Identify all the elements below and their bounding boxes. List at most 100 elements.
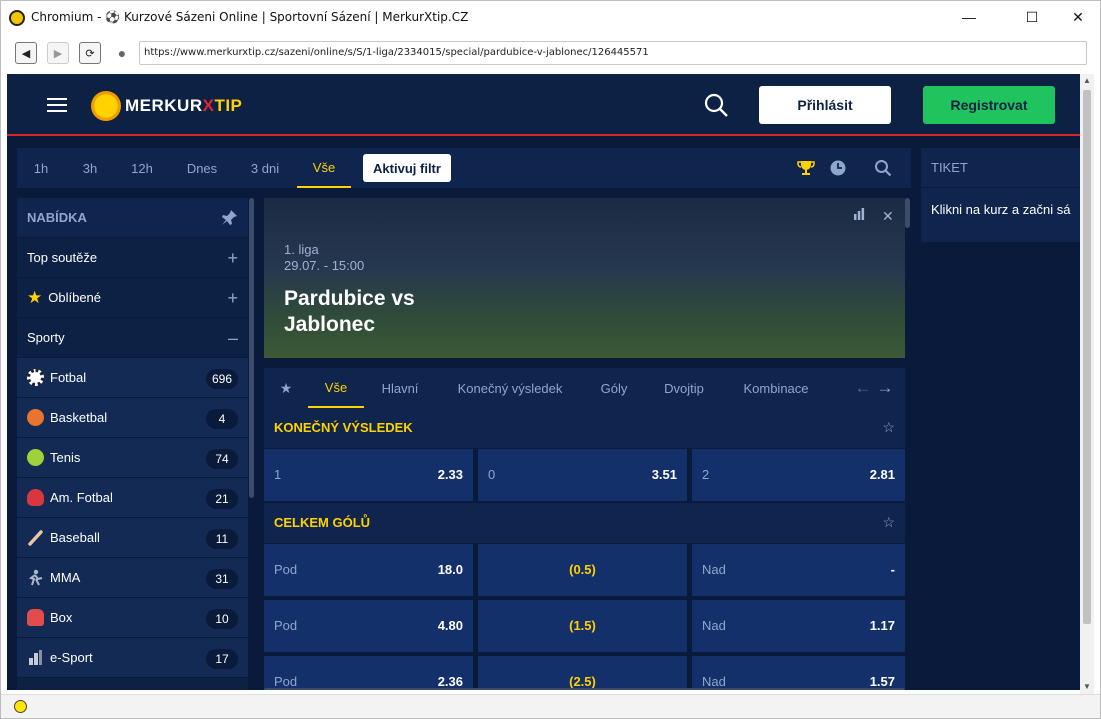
maximize-icon[interactable]: ☐: [1009, 1, 1055, 33]
odd-label: Pod: [274, 674, 298, 689]
odd-label: Pod: [274, 618, 298, 633]
sidebar-item-basketbal[interactable]: Basketbal 4: [17, 398, 248, 438]
odd-button-under[interactable]: Pod 4.80: [264, 600, 473, 652]
sidebar-item-label: Sporty: [27, 330, 65, 345]
tab-goly[interactable]: Góly: [594, 368, 634, 408]
basketball-icon: [27, 409, 44, 426]
filter-tab-vse[interactable]: Vše: [297, 148, 351, 188]
sidebar-item-esport[interactable]: e-Sport 17: [17, 638, 248, 678]
close-icon[interactable]: ✕: [1055, 1, 1100, 33]
register-button[interactable]: Registrovat: [923, 86, 1055, 124]
sidebar-item-am-fotbal[interactable]: Am. Fotbal 21: [17, 478, 248, 518]
odd-button-under[interactable]: Pod 2.36: [264, 656, 473, 690]
expand-plus-icon[interactable]: +: [227, 249, 238, 267]
sport-count-badge: 696: [205, 369, 238, 389]
clock-icon[interactable]: [829, 159, 847, 177]
close-banner-icon[interactable]: ✕: [882, 208, 894, 225]
market-title: CELKEM GÓLŮ: [274, 515, 371, 530]
star-outline-icon[interactable]: ☆: [882, 419, 895, 436]
scroll-up-icon[interactable]: ▲: [1080, 74, 1094, 88]
sport-count-badge: 11: [206, 529, 238, 549]
odd-label: 1: [274, 467, 282, 482]
market-total-goals[interactable]: CELKEM GÓLŮ ☆: [264, 503, 905, 543]
odd-button-over[interactable]: Nad 1.17: [692, 600, 905, 652]
market-tabs: ★ Vše Hlavní Konečný výsledek Góly Dvojt…: [264, 368, 905, 408]
reload-icon[interactable]: ⟳: [79, 42, 101, 64]
odd-label: 2: [702, 467, 710, 482]
sidebar-item-label: Top soutěže: [27, 250, 98, 265]
stats-icon[interactable]: [853, 208, 865, 220]
tab-dvojtip[interactable]: Dvojtip: [658, 368, 710, 408]
odd-button-home[interactable]: 1 2.33: [264, 449, 473, 501]
odd-button-draw[interactable]: 0 3.51: [478, 449, 687, 501]
star-outline-icon[interactable]: ☆: [882, 514, 895, 531]
odd-value: 4.80: [437, 618, 463, 633]
odd-button-over[interactable]: Nad -: [692, 544, 905, 596]
filter-tab-1h[interactable]: 1h: [29, 148, 53, 188]
odd-button-away[interactable]: 2 2.81: [692, 449, 905, 501]
scrollbar-thumb[interactable]: [1083, 90, 1091, 624]
tab-hlavni[interactable]: Hlavní: [376, 368, 424, 408]
sidebar-item-mma[interactable]: MMA 31: [17, 558, 248, 598]
sidebar-item-box[interactable]: Box 10: [17, 598, 248, 638]
favorite-markets-star-icon[interactable]: ★: [274, 368, 298, 408]
time-filter-bar: 1h 3h 12h Dnes 3 dni Vše Aktivuj filtr: [17, 148, 911, 188]
site-header: MERKURXTIP Přihlásit Registrovat: [7, 74, 1080, 136]
collapse-minus-icon[interactable]: –: [228, 329, 238, 347]
minimize-icon[interactable]: —: [946, 1, 992, 33]
back-icon[interactable]: ◀: [15, 42, 37, 64]
sun-logo-icon: [91, 91, 121, 121]
odd-value: 1.57: [869, 674, 895, 689]
goal-line: (1.5): [478, 600, 687, 652]
menu-icon[interactable]: [47, 98, 67, 112]
sidebar-item-baseball[interactable]: Baseball 11: [17, 518, 248, 558]
arrow-right-icon[interactable]: →: [876, 368, 894, 408]
page-scrollbar[interactable]: ▲ ▼: [1080, 74, 1094, 694]
odd-button-under[interactable]: Pod 18.0: [264, 544, 473, 596]
filter-tab-3h[interactable]: 3h: [77, 148, 103, 188]
sidebar-item-sports[interactable]: Sporty –: [17, 318, 248, 358]
sidebar-scrollbar[interactable]: [249, 198, 254, 498]
trophy-icon[interactable]: [797, 159, 815, 177]
status-indicator-icon: [14, 700, 27, 713]
sidebar-item-fotbal[interactable]: Fotbal 696: [17, 358, 248, 398]
odd-value: 2.81: [869, 467, 895, 482]
sidebar-item-top-competitions[interactable]: Top soutěže +: [17, 238, 248, 278]
address-bar: ◀ ▶ ⟳ ● https://www.merkurxtip.cz/sazeni…: [1, 33, 1100, 73]
filter-tab-3dni[interactable]: 3 dni: [243, 148, 287, 188]
url-input[interactable]: https://www.merkurxtip.cz/sazeni/online/…: [139, 41, 1087, 65]
tab-kombinace[interactable]: Kombinace: [738, 368, 814, 408]
match-league: 1. liga: [284, 242, 319, 257]
sidebar-item-favorites[interactable]: ★ Oblíbené +: [17, 278, 248, 318]
browser-window: Chromium - ⚽ Kurzové Sázeni Online | Spo…: [0, 0, 1101, 719]
logo-text: MERKURXTIP: [125, 96, 243, 115]
sidebar-item-label: Am. Fotbal: [50, 490, 113, 505]
tab-vse[interactable]: Vše: [308, 368, 364, 408]
expand-plus-icon[interactable]: +: [227, 289, 238, 307]
filter-tab-12h[interactable]: 12h: [125, 148, 159, 188]
pin-icon[interactable]: [221, 209, 238, 226]
tab-konecny-vysledek[interactable]: Konečný výsledek: [450, 368, 570, 408]
merkurxtip-logo[interactable]: MERKURXTIP: [91, 91, 242, 121]
horizontal-scrollbar[interactable]: [264, 688, 905, 690]
search-icon[interactable]: [703, 92, 729, 118]
filter-tab-dnes[interactable]: Dnes: [183, 148, 221, 188]
odd-button-over[interactable]: Nad 1.57: [692, 656, 905, 690]
goal-line-value: (2.5): [569, 674, 596, 689]
apply-filter-button[interactable]: Aktivuj filtr: [363, 154, 451, 182]
odd-label: Nad: [702, 674, 726, 689]
market-final-result[interactable]: KONEČNÝ VÝSLEDEK ☆: [264, 408, 905, 448]
sidebar-item-label: Fotbal: [50, 370, 87, 385]
goal-line: (2.5): [478, 656, 687, 690]
scroll-down-icon[interactable]: ▼: [1080, 680, 1094, 694]
login-button[interactable]: Přihlásit: [759, 86, 891, 124]
arrow-left-icon[interactable]: ←: [854, 368, 872, 408]
match-banner: 1. liga 29.07. - 15:00 Pardubice vs Jabl…: [264, 198, 905, 358]
forward-icon[interactable]: ▶: [47, 42, 69, 64]
goal-line: (0.5): [478, 544, 687, 596]
sidebar-item-tenis[interactable]: Tenis 74: [17, 438, 248, 478]
sport-count-badge: 4: [206, 409, 238, 429]
filter-search-icon[interactable]: [874, 159, 892, 177]
stop-icon[interactable]: ●: [111, 42, 133, 64]
content-scrollbar[interactable]: [905, 198, 910, 228]
